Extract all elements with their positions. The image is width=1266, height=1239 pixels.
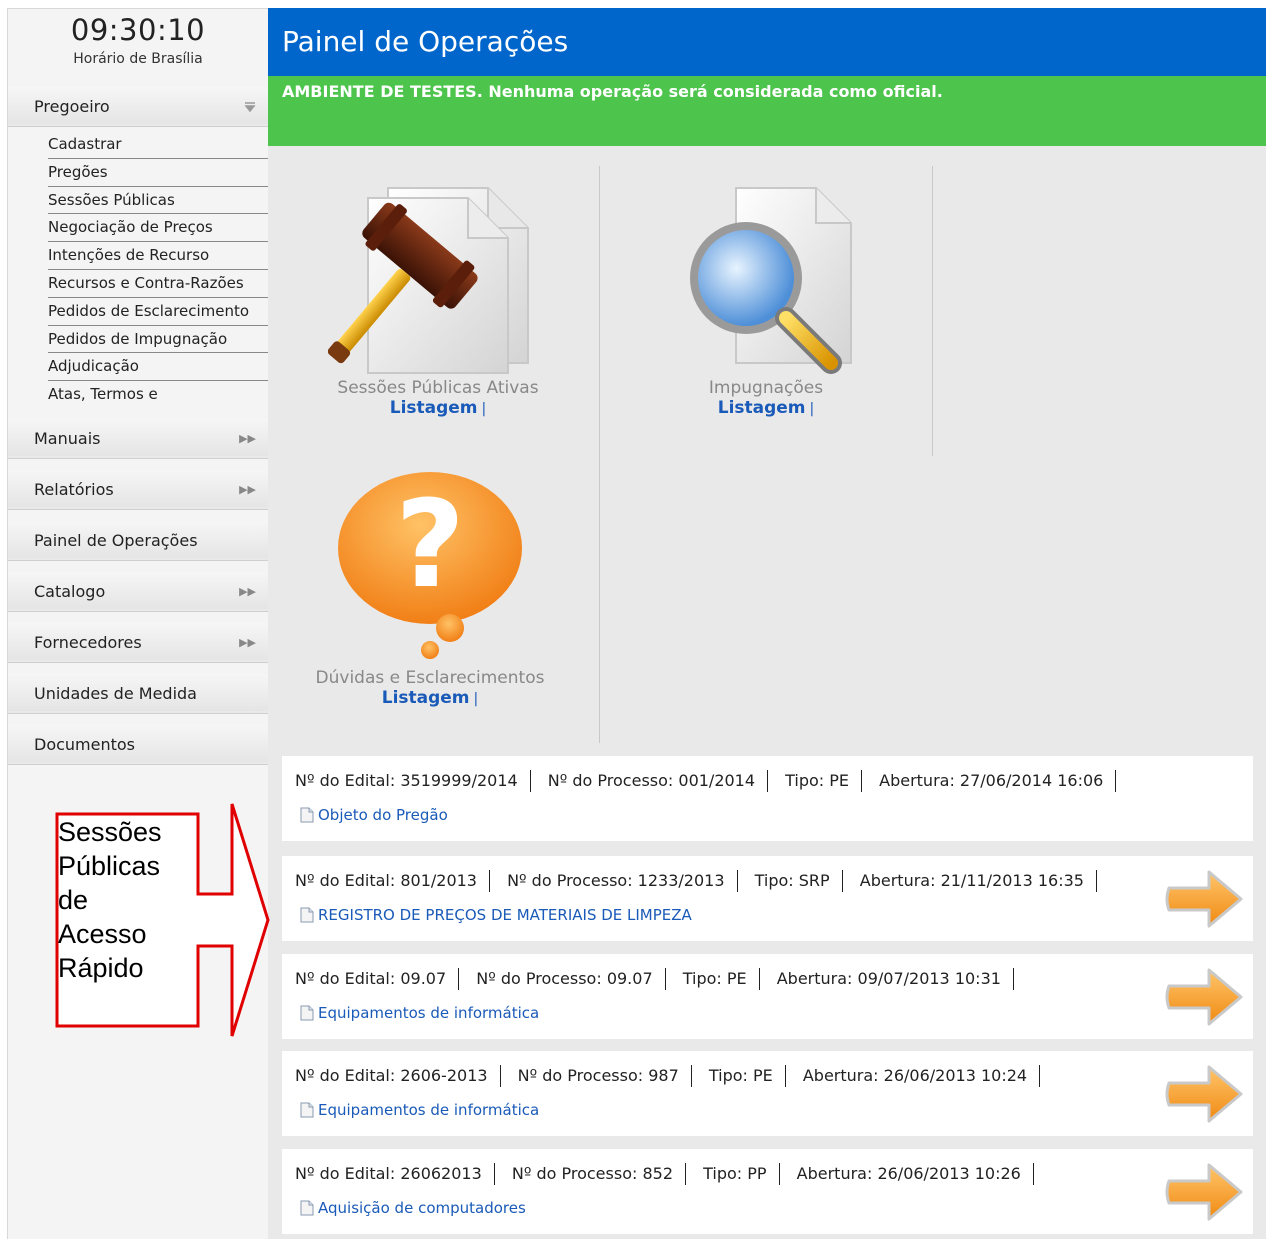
menu-unidades-medida[interactable]: Unidades de Medida — [8, 674, 268, 714]
pregoeiro-submenu: Cadastrar Pregões Sessões Públicas Negoc… — [8, 127, 268, 419]
clock: 09:30:10 Horário de Brasília — [8, 9, 268, 87]
collapse-icon — [244, 87, 256, 144]
expand-arrow-icon: ▶▶ — [239, 585, 256, 598]
session-meta: Nº do Edital: 3519999/2014 Nº do Process… — [295, 770, 1128, 792]
test-environment-banner: AMBIENTE DE TESTES. Nenhuma operação ser… — [268, 76, 1266, 146]
session-row: Nº do Edital: 801/2013 Nº do Processo: 1… — [282, 856, 1253, 941]
document-icon — [300, 1005, 314, 1021]
processo-number: Nº do Processo: 987 — [517, 1065, 679, 1085]
processo-number: Nº do Processo: 09.07 — [476, 968, 653, 988]
session-tipo: Tipo: PE — [785, 770, 850, 790]
menu-painel-operacoes-label: Painel de Operações — [34, 531, 198, 550]
main-panel: Painel de Operações AMBIENTE DE TESTES. … — [268, 8, 1266, 1239]
edital-number: Nº do Edital: 801/2013 — [295, 870, 477, 890]
objeto-link[interactable]: Equipamentos de informática — [300, 1004, 539, 1022]
page-title: Painel de Operações — [268, 8, 1266, 76]
submenu-intencoes-recurso[interactable]: Intenções de Recurso — [48, 242, 268, 270]
expand-arrow-icon: ▶▶ — [239, 636, 256, 649]
tile-label: Sessões Públicas Ativas — [337, 378, 539, 398]
sidebar: 09:30:10 Horário de Brasília Pregoeiro C… — [7, 8, 268, 1239]
session-meta: Nº do Edital: 2606-2013 Nº do Processo: … — [295, 1065, 1052, 1087]
menu-unidades-medida-label: Unidades de Medida — [34, 684, 197, 703]
session-tipo: Tipo: PE — [708, 1065, 773, 1085]
tile-impugnacoes: Impugnações Listagem | — [636, 178, 896, 418]
expand-arrow-icon: ▶▶ — [239, 432, 256, 445]
menu-painel-operacoes[interactable]: Painel de Operações — [8, 521, 268, 561]
session-meta: Nº do Edital: 09.07 Nº do Processo: 09.0… — [295, 968, 1026, 990]
menu-documentos-label: Documentos — [34, 735, 136, 754]
session-meta: Nº do Edital: 26062013 Nº do Processo: 8… — [295, 1163, 1046, 1185]
processo-number: Nº do Processo: 852 — [511, 1163, 673, 1183]
question-bubble-icon: ? — [338, 472, 522, 659]
submenu-pregoes[interactable]: Pregões — [48, 159, 268, 187]
document-icon — [300, 1102, 314, 1118]
submenu-sessoes-publicas[interactable]: Sessões Públicas — [48, 187, 268, 215]
document-icon — [300, 1200, 314, 1216]
edital-number: Nº do Edital: 26062013 — [295, 1163, 482, 1183]
session-meta: Nº do Edital: 801/2013 Nº do Processo: 1… — [295, 870, 1109, 892]
menu-documentos[interactable]: Documentos — [8, 725, 268, 765]
processo-number: Nº do Processo: 001/2014 — [547, 770, 756, 790]
gavel-document-icon — [328, 187, 529, 374]
session-tipo: Tipo: SRP — [754, 870, 830, 890]
menu-fornecedores[interactable]: Fornecedores ▶▶ — [8, 623, 268, 663]
expand-arrow-icon: ▶▶ — [239, 483, 256, 496]
session-row: Nº do Edital: 2606-2013 Nº do Processo: … — [282, 1051, 1253, 1136]
tile-sessoes-publicas: Sessões Públicas Ativas Listagem | — [308, 178, 568, 418]
session-abertura: Abertura: 27/06/2014 16:06 — [879, 770, 1104, 790]
document-icon — [300, 907, 314, 923]
clock-time: 09:30:10 — [70, 13, 206, 47]
tile-divider — [932, 166, 933, 456]
menu-pregoeiro-label: Pregoeiro — [34, 97, 110, 116]
objeto-link[interactable]: REGISTRO DE PREÇOS DE MATERIAIS DE LIMPE… — [300, 906, 692, 924]
submenu-atas-termos[interactable]: Atas, Termos e — [48, 381, 268, 409]
go-arrow-icon[interactable] — [1165, 1063, 1245, 1125]
go-arrow-icon[interactable] — [1165, 966, 1245, 1028]
session-abertura: Abertura: 21/11/2013 16:35 — [859, 870, 1084, 890]
menu-pregoeiro[interactable]: Pregoeiro — [8, 87, 268, 127]
annotation-callout-text: Sessões Públicas de Acesso Rápido — [58, 817, 162, 983]
tile-divider — [599, 166, 600, 743]
menu-manuais-label: Manuais — [34, 429, 101, 448]
menu-catalogo[interactable]: Catalogo ▶▶ — [8, 572, 268, 612]
session-row: Nº do Edital: 26062013 Nº do Processo: 8… — [282, 1149, 1253, 1234]
edital-number: Nº do Edital: 2606-2013 — [295, 1065, 488, 1085]
submenu-adjudicacao[interactable]: Adjudicação — [48, 353, 268, 382]
menu-relatorios[interactable]: Relatórios ▶▶ — [8, 470, 268, 510]
submenu-negociacao-precos[interactable]: Negociação de Preços — [48, 214, 268, 243]
svg-text:?: ? — [395, 476, 465, 615]
submenu-recursos-contra-razoes[interactable]: Recursos e Contra-Razões — [48, 270, 268, 298]
session-abertura: Abertura: 26/06/2013 10:26 — [796, 1163, 1021, 1183]
processo-number: Nº do Processo: 1233/2013 — [507, 870, 725, 890]
objeto-link[interactable]: Aquisição de computadores — [300, 1199, 526, 1217]
submenu-cadastrar[interactable]: Cadastrar — [48, 131, 268, 159]
session-abertura: Abertura: 26/06/2013 10:24 — [802, 1065, 1028, 1085]
menu-relatorios-label: Relatórios — [34, 480, 114, 499]
listagem-link[interactable]: Listagem — [718, 398, 806, 418]
tile-label: Impugnações — [708, 378, 824, 398]
clock-label: Horário de Brasília — [73, 51, 203, 67]
submenu-pedidos-impugnacao[interactable]: Pedidos de Impugnação — [48, 326, 268, 354]
session-row: Nº do Edital: 09.07 Nº do Processo: 09.0… — [282, 954, 1253, 1039]
session-tipo: Tipo: PE — [682, 968, 747, 988]
edital-number: Nº do Edital: 09.07 — [295, 968, 447, 988]
listagem-link[interactable]: Listagem — [390, 398, 478, 418]
objeto-link[interactable]: Equipamentos de informática — [300, 1101, 539, 1119]
menu-fornecedores-label: Fornecedores — [34, 633, 142, 652]
listagem-link[interactable]: Listagem — [382, 688, 470, 708]
menu-catalogo-label: Catalogo — [34, 582, 106, 601]
menu-manuais[interactable]: Manuais ▶▶ — [8, 419, 268, 459]
tile-label: Dúvidas e Esclarecimentos — [315, 668, 545, 688]
session-row: Nº do Edital: 3519999/2014 Nº do Process… — [282, 756, 1253, 841]
submenu-pedidos-esclarecimento[interactable]: Pedidos de Esclarecimento — [48, 298, 268, 326]
session-abertura: Abertura: 09/07/2013 10:31 — [776, 968, 1001, 988]
go-arrow-icon[interactable] — [1165, 1161, 1245, 1223]
document-icon — [300, 807, 314, 823]
edital-number: Nº do Edital: 3519999/2014 — [295, 770, 518, 790]
go-arrow-icon[interactable] — [1165, 868, 1245, 930]
tile-duvidas: ? Dúvidas e Esclarecimentos Listagem | — [300, 468, 560, 708]
magnifier-document-icon — [690, 187, 852, 374]
session-tipo: Tipo: PP — [703, 1163, 767, 1183]
objeto-link[interactable]: Objeto do Pregão — [300, 806, 448, 824]
